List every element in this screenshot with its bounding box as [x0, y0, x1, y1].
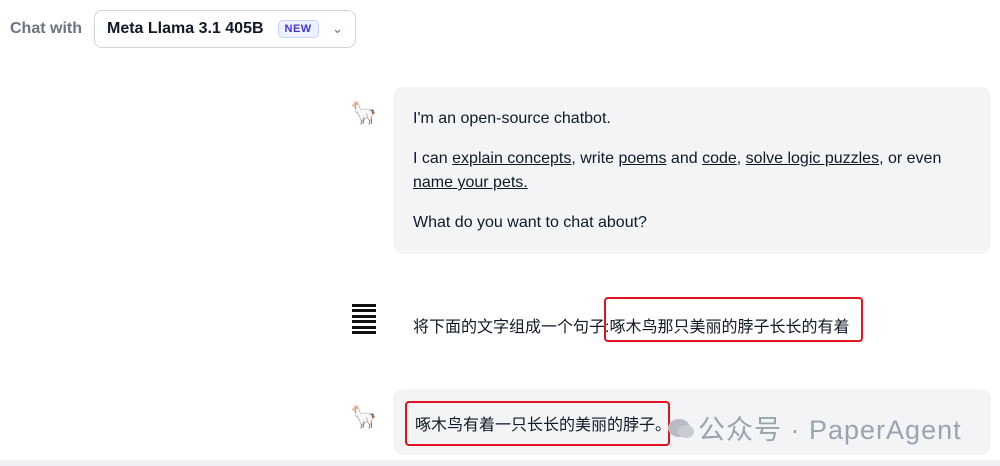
intro-line-1: I'm an open-source chatbot.	[413, 110, 611, 127]
user-avatar-icon	[352, 304, 376, 334]
model-selector[interactable]: Meta Llama 3.1 405B NEW ⌄	[94, 10, 356, 48]
model-name: Meta Llama 3.1 405B	[107, 20, 264, 37]
llama-avatar-icon: 🦙	[350, 404, 378, 429]
llama-avatar-icon: 🦙	[350, 100, 378, 125]
watermark: 公众号 · PaperAgent	[668, 408, 962, 447]
bot-intro-message: I'm an open-source chatbot. I can explai…	[393, 87, 991, 254]
link-code[interactable]: code	[702, 150, 737, 167]
wechat-icon	[668, 418, 694, 438]
link-name-your-pets[interactable]: name your pets.	[413, 174, 528, 191]
link-poems[interactable]: poems	[618, 150, 666, 167]
intro-line-2: I can explain concepts, write poems and …	[413, 150, 942, 191]
intro-line-3: What do you want to chat about?	[413, 214, 647, 231]
link-solve-logic-puzzles[interactable]: solve logic puzzles	[746, 150, 879, 167]
link-explain-concepts[interactable]: explain concepts	[452, 150, 571, 167]
user-message-prefix: 将下面的文字组成一个句子:	[413, 319, 610, 336]
highlight-box-reply	[405, 401, 670, 446]
bottom-divider	[0, 460, 1000, 466]
chevron-down-icon: ⌄	[332, 21, 343, 36]
new-badge: NEW	[277, 20, 319, 38]
watermark-text: 公众号 · PaperAgent	[698, 415, 962, 445]
chat-with-label: Chat with	[10, 20, 82, 37]
highlight-box-user	[604, 297, 863, 342]
